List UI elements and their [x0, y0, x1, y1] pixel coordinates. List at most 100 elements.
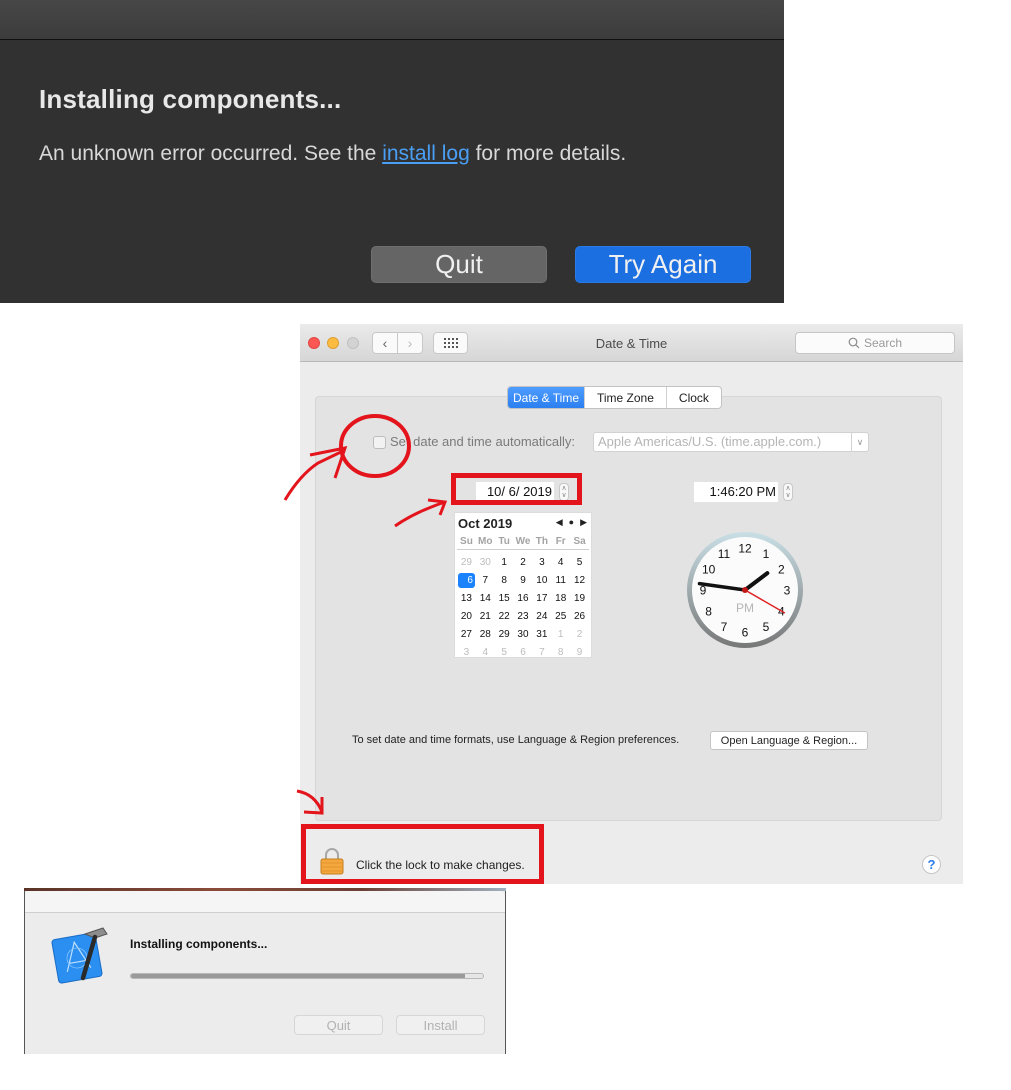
tab-date-time[interactable]: Date & Time [508, 387, 585, 408]
clock-numeral: 5 [763, 620, 770, 634]
calendar-day-number: 6 [520, 646, 526, 658]
calendar-day[interactable]: 29 [457, 553, 476, 571]
help-button[interactable]: ? [922, 855, 941, 874]
calendar-day[interactable]: 23 [514, 607, 533, 625]
weekday-label: We [515, 536, 531, 547]
tab-clock[interactable]: Clock [667, 387, 721, 408]
calendar-day[interactable]: 20 [457, 607, 476, 625]
settings-panel [315, 396, 942, 821]
calendar-day[interactable]: 22 [495, 607, 514, 625]
clock-numeral: 11 [718, 547, 731, 561]
calendar-day-number: 25 [555, 610, 567, 622]
previous-month-icon[interactable]: ◀ [556, 517, 563, 528]
install-progress-fill [131, 974, 466, 978]
calendar-day-number: 8 [501, 574, 507, 586]
install-log-link[interactable]: install log [382, 142, 470, 165]
clock-numeral: 12 [738, 542, 752, 556]
weekday-label: Fr [555, 536, 566, 547]
calendar-day-number: 30 [479, 556, 491, 568]
calendar-day[interactable]: 21 [476, 607, 495, 625]
calendar-day[interactable]: 1 [551, 625, 570, 643]
calendar-day[interactable]: 6 [514, 643, 533, 661]
calendar-day-number: 10 [536, 574, 548, 586]
clock-numeral: 7 [721, 620, 728, 634]
date-time-window: ‹ › Date & Time Search Date & Time Time … [300, 324, 963, 884]
error-dialog-title: Installing components... [39, 84, 342, 114]
calendar-day[interactable]: 4 [551, 553, 570, 571]
calendar-day[interactable]: 30 [514, 625, 533, 643]
calendar-day[interactable]: 18 [551, 589, 570, 607]
calendar-day[interactable]: 3 [532, 553, 551, 571]
calendar-day[interactable]: 1 [495, 553, 514, 571]
clock-numeral: 2 [778, 563, 785, 577]
calendar-day[interactable]: 17 [532, 589, 551, 607]
calendar-day[interactable]: 9 [514, 571, 533, 589]
calendar-day[interactable]: 4 [476, 643, 495, 661]
calendar-day[interactable]: 9 [570, 643, 589, 661]
window-titlebar: ‹ › Date & Time Search [300, 324, 963, 362]
annotation-lock-box [301, 824, 544, 884]
calendar-day[interactable]: 28 [476, 625, 495, 643]
calendar-day[interactable]: 26 [570, 607, 589, 625]
calendar-day[interactable]: 2 [514, 553, 533, 571]
calendar-day[interactable]: 10 [532, 571, 551, 589]
calendar-day[interactable]: 7 [476, 571, 495, 589]
next-month-icon[interactable]: ▶ [580, 517, 587, 528]
calendar-day-number: 31 [536, 628, 548, 640]
calendar-day[interactable]: 2 [570, 625, 589, 643]
calendar-day[interactable]: 3 [457, 643, 476, 661]
calendar-day[interactable]: 24 [532, 607, 551, 625]
calendar-day[interactable]: 16 [514, 589, 533, 607]
calendar-day-selected[interactable]: 6 [457, 571, 476, 589]
xcode-icon [51, 927, 108, 984]
installer-install-button[interactable]: Install [396, 1015, 485, 1035]
search-field[interactable]: Search [795, 332, 955, 354]
quit-button[interactable]: Quit [371, 246, 547, 283]
calendar-day-number: 9 [576, 646, 583, 658]
clock-numeral: 6 [742, 626, 749, 640]
calendar-day[interactable]: 7 [532, 643, 551, 661]
installer-titlebar [25, 891, 505, 913]
error-dialog-titlebar [0, 0, 784, 40]
calendar-day[interactable]: 8 [495, 571, 514, 589]
calendar-day[interactable]: 12 [570, 571, 589, 589]
calendar-day[interactable]: 5 [495, 643, 514, 661]
calendar-day[interactable]: 8 [551, 643, 570, 661]
tab-time-zone[interactable]: Time Zone [585, 387, 667, 408]
installer-quit-button[interactable]: Quit [294, 1015, 383, 1035]
calendar-day[interactable]: 19 [570, 589, 589, 607]
calendar-day[interactable]: 25 [551, 607, 570, 625]
calendar-day[interactable]: 5 [570, 553, 589, 571]
set-automatically-label: Set date and time automatically: [390, 434, 575, 449]
calendar-day[interactable]: 11 [551, 571, 570, 589]
calendar-day[interactable]: 30 [476, 553, 495, 571]
calendar-day-number: 27 [460, 628, 472, 640]
weekday-label: Sa [573, 536, 586, 547]
calendar-day-number: 29 [460, 556, 472, 568]
calendar-day[interactable]: 29 [495, 625, 514, 643]
time-server-select[interactable]: Apple Americas/U.S. (time.apple.com.) ∨ [593, 432, 869, 452]
calendar-day[interactable]: 15 [495, 589, 514, 607]
calendar-day[interactable]: 27 [457, 625, 476, 643]
set-automatically-checkbox[interactable] [373, 436, 386, 449]
try-again-button[interactable]: Try Again [575, 246, 751, 283]
time-field[interactable]: 1:46:20 PM [694, 482, 778, 502]
calendar-day[interactable]: 31 [532, 625, 551, 643]
calendar-day-number: 14 [479, 592, 491, 604]
calendar-day-number: 16 [517, 592, 529, 604]
calendar-day[interactable]: 13 [457, 589, 476, 607]
today-dot-icon[interactable]: ● [569, 517, 574, 528]
calendar-day[interactable]: 14 [476, 589, 495, 607]
open-language-region-button[interactable]: Open Language & Region... [710, 731, 868, 750]
calendar-day-number: 22 [498, 610, 510, 622]
time-stepper[interactable]: ∧ ∨ [783, 483, 793, 501]
calendar-day-number: 5 [501, 646, 507, 658]
calendar-day-number: 6 [457, 572, 475, 588]
clock-meridiem: PM [736, 601, 754, 615]
calendar-day-number: 2 [576, 628, 583, 640]
chevron-down-icon: ∨ [851, 433, 868, 451]
calendar-day-number: 24 [536, 610, 548, 622]
clock-numeral: 10 [702, 563, 716, 577]
calendar-day-number: 23 [517, 610, 529, 622]
calendar-day-number: 17 [536, 592, 548, 604]
